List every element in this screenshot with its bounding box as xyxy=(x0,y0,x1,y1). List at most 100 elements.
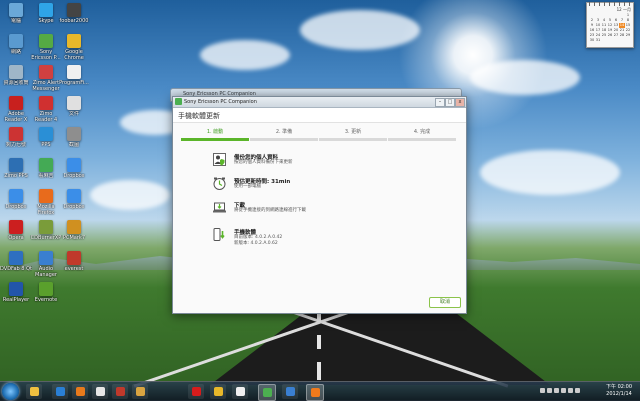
desktop-icon[interactable]: 文件 xyxy=(58,96,90,117)
desktop-icon-label: Dropbox xyxy=(5,204,27,210)
info-item-description: 使用一部電腦 xyxy=(234,184,261,189)
taskbar-button-folder[interactable] xyxy=(132,384,148,399)
calendar-grid: 1 2 3 4 5 6 7 8 9 10 11 12 13 14 15 16 17 18 19 20 21 22 23 24 2… xyxy=(589,13,631,43)
desktop-icon[interactable]: foobar2000 xyxy=(58,3,90,24)
desktop-icon-label: 截圖 xyxy=(68,142,79,148)
volume-icon[interactable] xyxy=(568,388,573,393)
taskbar-button-ie[interactable] xyxy=(52,384,68,399)
sony-ericsson-icon xyxy=(175,98,182,105)
pc-companion-window: Sony Ericsson PC Companion – □ x 手機軟體更新 … xyxy=(172,96,467,314)
cloud xyxy=(470,60,580,95)
cloud xyxy=(480,150,620,195)
desktop-icon[interactable]: Dropbox xyxy=(0,189,32,210)
taskbar-button-chrome[interactable] xyxy=(210,384,226,399)
calendar-day[interactable]: 29 xyxy=(625,33,631,38)
clock[interactable]: 下午 02:00 2012/1/14 xyxy=(600,384,638,398)
desktop-icon[interactable]: ProgramFi... xyxy=(58,65,90,86)
desktop-icon[interactable]: Evernote xyxy=(30,282,62,303)
desktop-icon-label: Adobe Reader X xyxy=(4,111,28,123)
notepad-icon xyxy=(95,387,105,396)
desktop-icon-label: Zimo PPS xyxy=(4,173,28,179)
app-icon xyxy=(9,127,23,141)
cancel-button[interactable]: 取消 xyxy=(429,297,461,308)
clock-date: 2012/1/14 xyxy=(606,391,632,397)
app-icon xyxy=(39,282,53,296)
desktop-icon[interactable]: Dropbox xyxy=(58,158,90,179)
tray-icon[interactable] xyxy=(554,388,559,393)
desktop-icon[interactable]: RealPlayer xyxy=(0,282,32,303)
taskbar-button-media-player[interactable] xyxy=(72,384,88,399)
desktop-icon[interactable]: Adobe Reader X xyxy=(0,96,32,123)
clock-time: 下午 02:00 xyxy=(606,384,632,390)
taskbar-button-sony-ericsson[interactable] xyxy=(258,384,276,401)
maximize-button[interactable]: □ xyxy=(445,98,455,107)
progress-step: 1. 啟動 xyxy=(181,128,249,141)
calendar-gadget[interactable]: 12 一月 1 2 3 4 5 6 7 8 9 10 11 12 13 14 15 16 17 18 19 20 21 2… xyxy=(586,2,634,48)
word-icon xyxy=(235,387,245,396)
desktop-icon[interactable]: 電腦 xyxy=(0,3,32,24)
tray-icon[interactable] xyxy=(540,388,545,393)
app-icon xyxy=(39,96,53,110)
taskbar-button-word[interactable] xyxy=(232,384,248,399)
desktop-icon-label: Google Chrome xyxy=(64,49,84,61)
progress-step-bar xyxy=(181,138,249,141)
system-tray[interactable] xyxy=(540,387,590,395)
desktop-icon-label: Dropbox xyxy=(63,173,85,179)
page-title: 手機軟體更新 xyxy=(178,112,220,120)
person-shield-icon xyxy=(213,153,226,166)
desktop-icon[interactable]: PCMark7 xyxy=(58,220,90,241)
app-icon xyxy=(39,34,53,48)
app-icon xyxy=(9,34,23,48)
desktop-icon[interactable]: 網路 xyxy=(0,34,32,55)
taskbar-button-app-red[interactable] xyxy=(112,384,128,399)
desktop-icon[interactable]: Google Chrome xyxy=(58,34,90,61)
close-button[interactable]: x xyxy=(455,98,465,107)
calendar-header: 12 一月 xyxy=(616,7,631,12)
progress-step-bar xyxy=(250,138,318,141)
calendar-day[interactable]: 31 xyxy=(595,38,601,43)
taskbar-button-app-orange[interactable] xyxy=(306,384,324,401)
start-button[interactable] xyxy=(2,383,19,400)
network-icon[interactable] xyxy=(575,388,580,393)
taskbar-button-mail[interactable] xyxy=(282,384,298,399)
info-item-description: 將從手機連接的到網路連線進行下載 xyxy=(234,208,306,213)
app-icon xyxy=(39,127,53,141)
taskbar: 下午 02:00 2012/1/14 xyxy=(0,381,640,401)
desktop-icon-label: DVDFab 8 Qt xyxy=(0,266,32,272)
desktop-icon[interactable]: DVDFab 8 Qt xyxy=(0,251,32,272)
desktop-icon[interactable]: 夠力七號 xyxy=(0,127,32,148)
sony-ericsson-icon xyxy=(262,388,272,397)
chrome-icon xyxy=(213,387,223,396)
road-center-line xyxy=(317,335,321,349)
app-icon xyxy=(9,96,23,110)
progress-step: 2. 準備 xyxy=(250,128,318,141)
app-icon xyxy=(9,158,23,172)
desktop-icon[interactable]: 資源回收筒 xyxy=(0,65,32,86)
minimize-button[interactable]: – xyxy=(435,98,445,107)
desktop-icon[interactable]: 截圖 xyxy=(58,127,90,148)
app-icon xyxy=(39,220,53,234)
taskbar-button-explorer[interactable] xyxy=(26,384,42,399)
desktop-icon[interactable]: Zimo PPS xyxy=(0,158,32,179)
road-center-line xyxy=(317,362,321,380)
mail-icon xyxy=(285,387,295,396)
desktop-icon-label: 夠力七號 xyxy=(5,142,26,148)
desktop-icon-label: Dropbox xyxy=(63,204,85,210)
app-icon xyxy=(67,251,81,265)
progress-step-label: 4. 完成 xyxy=(413,129,431,135)
tray-icon[interactable] xyxy=(561,388,566,393)
app-icon xyxy=(9,189,23,203)
app-icon xyxy=(67,96,81,110)
window-titlebar[interactable]: Sony Ericsson PC Companion – □ x xyxy=(173,97,466,108)
app-icon xyxy=(9,220,23,234)
tray-icon[interactable] xyxy=(547,388,552,393)
phone-download-icon xyxy=(213,228,226,241)
taskbar-button-notepad[interactable] xyxy=(92,384,108,399)
desktop-icon[interactable]: Opera xyxy=(0,220,32,241)
desktop-icon-label: 資源回收筒 xyxy=(3,80,29,86)
desktop-icon[interactable]: everest xyxy=(58,251,90,272)
desktop-icon[interactable]: Dropbox xyxy=(58,189,90,210)
ie-icon xyxy=(55,387,65,396)
taskbar-button-opera[interactable] xyxy=(188,384,204,399)
desktop-icon-label: RealPlayer xyxy=(2,297,30,303)
